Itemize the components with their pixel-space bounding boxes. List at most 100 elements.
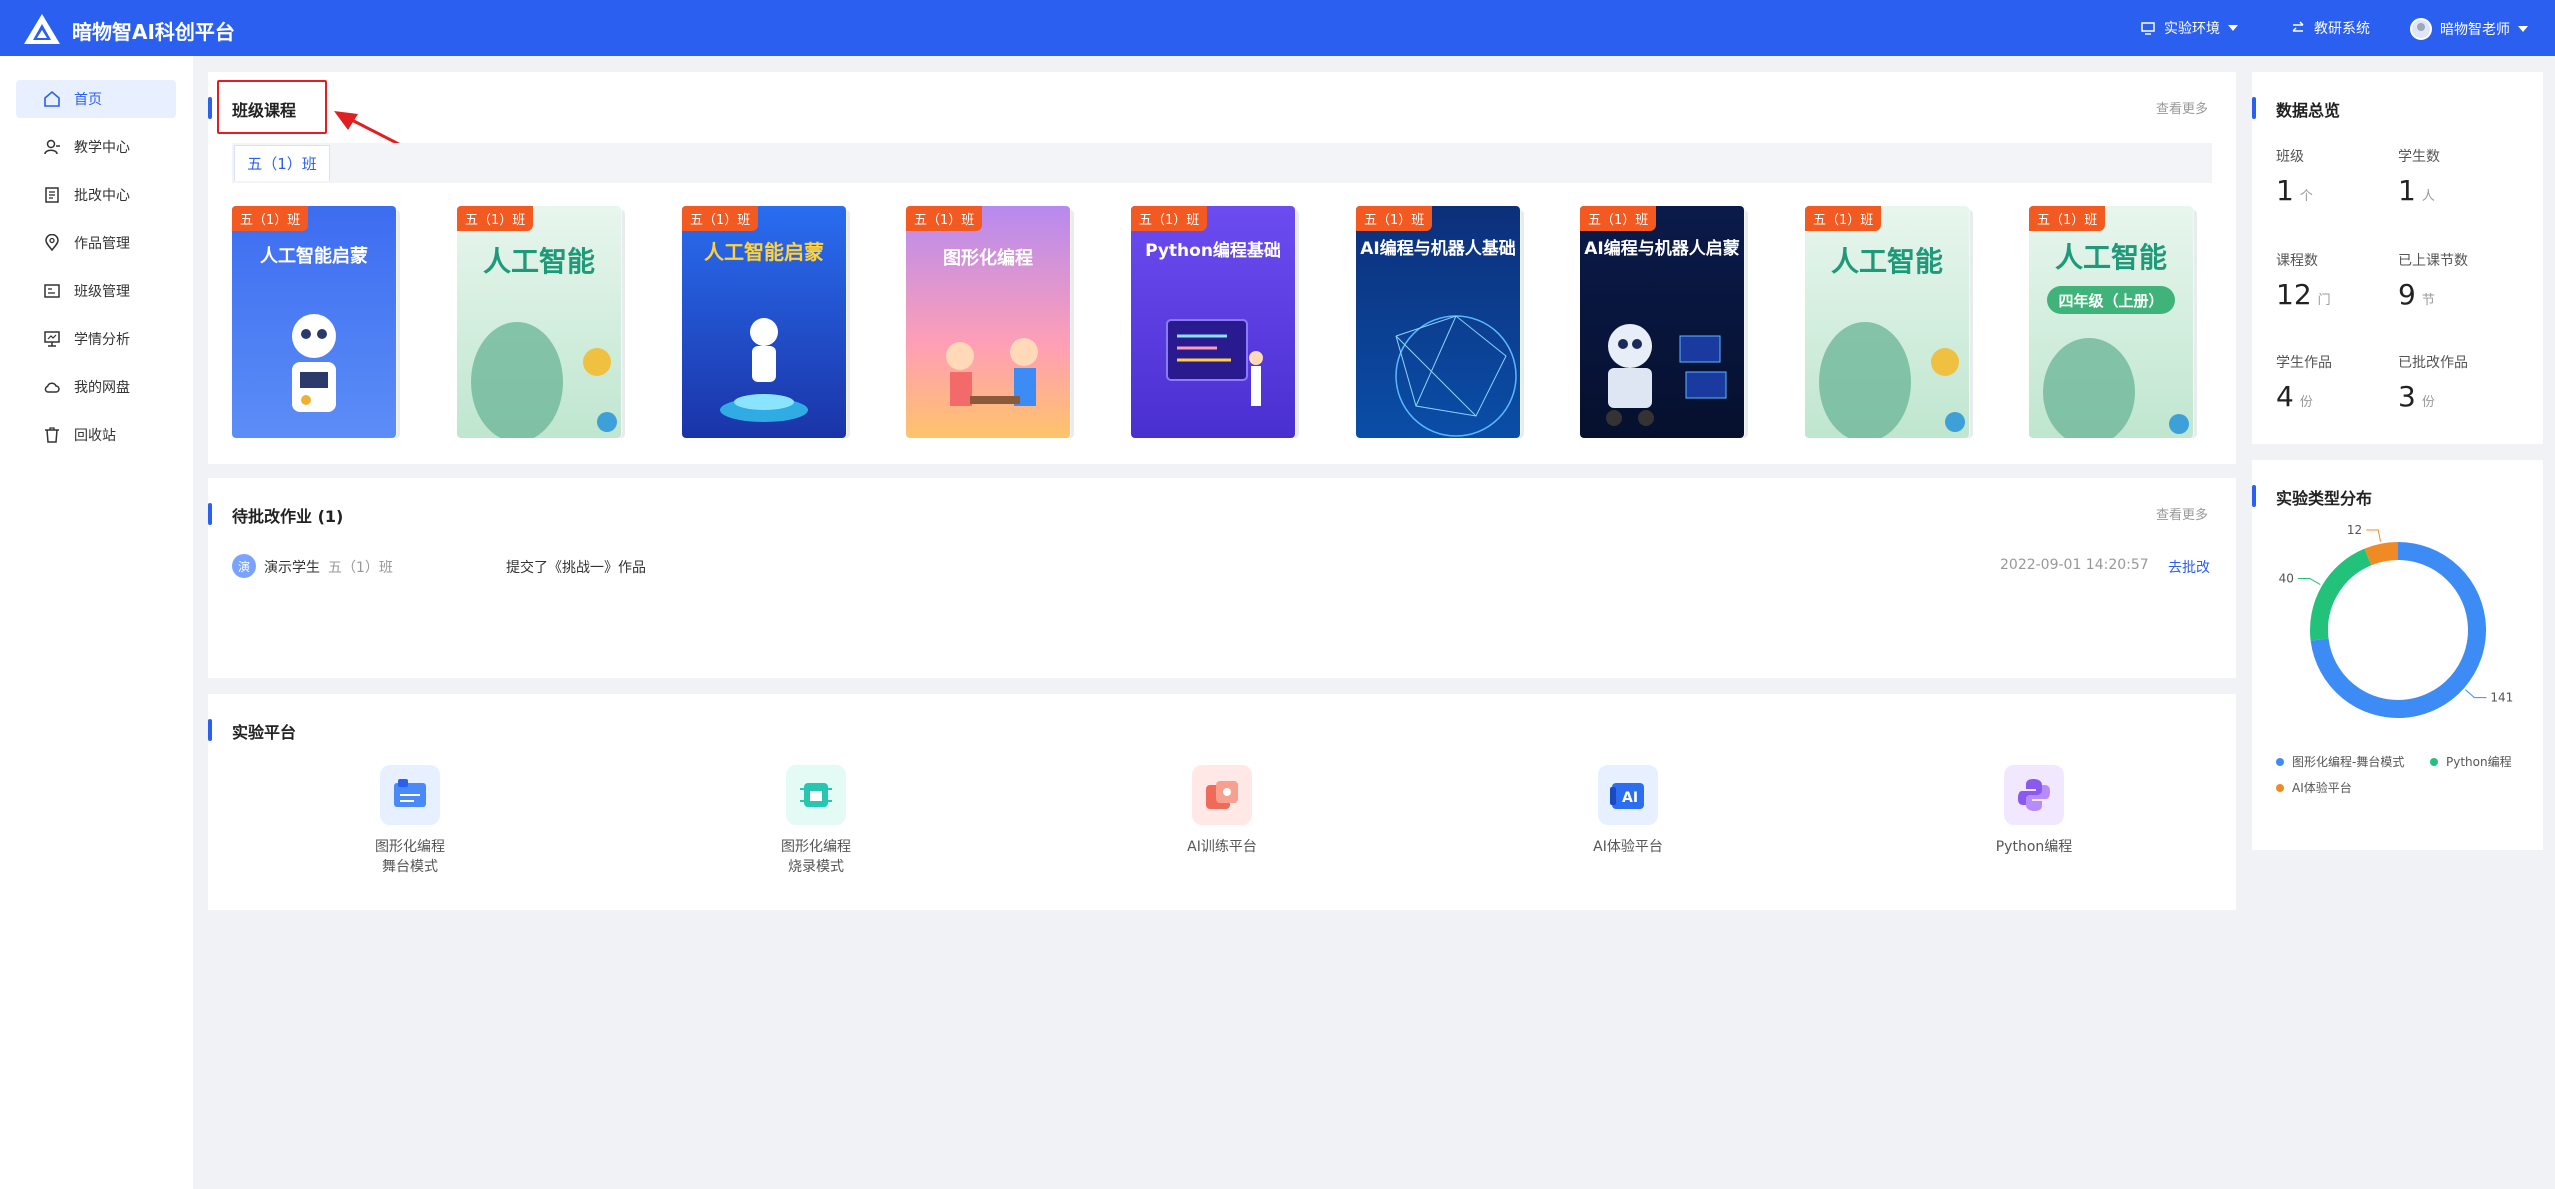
courses-more-link[interactable]: 查看更多: [2156, 98, 2208, 117]
stat-value: 1: [2276, 174, 2294, 207]
stat-unit: 份: [2421, 395, 2435, 410]
legend-dot: [2430, 757, 2438, 766]
course-cover: 人工智能: [457, 206, 621, 438]
user-menu[interactable]: 暗物智老师: [2410, 18, 2528, 40]
tab-class-5-1[interactable]: 五（1）班: [234, 145, 330, 181]
course-card[interactable]: 图形化编程 五（1）班: [906, 206, 1074, 438]
course-card[interactable]: 人工智能 四年级（上册） 五（1）班: [2029, 206, 2197, 438]
course-class-badge: 五（1）班: [1805, 206, 1882, 231]
experiment-env-menu[interactable]: 实验环境: [2140, 18, 2238, 38]
sidebar-item-recycle-bin[interactable]: 回收站: [16, 416, 176, 454]
donut-slice: [2364, 542, 2399, 566]
course-cover-title: 人工智能: [482, 245, 595, 278]
legend-label: Python编程: [2446, 755, 2512, 769]
stat-courses: 课程数 12 门: [2276, 250, 2396, 311]
sidebar-item-label: 首页: [74, 92, 102, 108]
sidebar-item-teaching-center[interactable]: 教学中心: [16, 128, 176, 166]
course-cover-title: Python编程基础: [1145, 241, 1281, 261]
platform-ai-experience[interactable]: AI AI体验平台: [1548, 765, 1708, 857]
course-card[interactable]: Python编程基础 五（1）班: [1131, 206, 1299, 438]
experiment-env-label: 实验环境: [2164, 21, 2220, 37]
sidebar-item-label: 教学中心: [74, 140, 130, 156]
stat-unit: 人: [2421, 189, 2435, 204]
cloud-icon: [42, 377, 62, 397]
course-card[interactable]: AI编程与机器人启蒙 五（1）班: [1580, 206, 1748, 438]
stat-lessons-taught: 已上课节数 9节: [2398, 250, 2518, 311]
ai-experience-icon: AI: [1598, 765, 1658, 825]
swap-icon: [2292, 21, 2304, 32]
course-card[interactable]: 人工智能 五（1）班: [457, 206, 625, 438]
network-globe-illustration-icon: [1395, 315, 1517, 437]
sidebar-item-learning-analysis[interactable]: 学情分析: [16, 320, 176, 358]
sidebar-item-cloud-drive[interactable]: 我的网盘: [16, 368, 176, 406]
sidebar: 首页 教学中心 批改中心 作品管理 班级管理 学情分析 我的网盘 回收站: [0, 56, 193, 1189]
sidebar-item-home[interactable]: 首页: [16, 80, 176, 118]
sidebar-item-class-management[interactable]: 班级管理: [16, 272, 176, 310]
burn-mode-icon: [786, 765, 846, 825]
stat-unit: 个: [2299, 189, 2313, 204]
course-cover: AI编程与机器人启蒙: [1580, 206, 1744, 438]
platform-burn-mode[interactable]: 图形化编程 烧录模式: [736, 765, 896, 877]
class-tabs-strip: [232, 143, 2212, 183]
section-accent-bar: [208, 503, 212, 525]
sidebar-item-works[interactable]: 作品管理: [16, 224, 176, 262]
course-cover-title: AI编程与机器人基础: [1360, 239, 1516, 259]
research-system-link[interactable]: 教研系统: [2290, 18, 2370, 38]
course-cover: 图形化编程: [906, 206, 1070, 438]
avatar: [2410, 18, 2432, 40]
leader-line: [2465, 689, 2487, 699]
legend-item: 图形化编程-舞台模式: [2276, 753, 2404, 770]
course-cover-title: 人工智能: [2054, 241, 2167, 274]
go-review-link[interactable]: 去批改: [2168, 557, 2210, 577]
sidebar-item-review-center[interactable]: 批改中心: [16, 176, 176, 214]
platform-label: 图形化编程: [781, 839, 851, 855]
course-card[interactable]: 人工智能 五（1）班: [1805, 206, 1973, 438]
sidebar-item-label: 批改中心: [74, 188, 130, 204]
home-icon: [42, 89, 62, 109]
course-class-badge: 五（1）班: [1356, 206, 1433, 231]
teacher-icon: [42, 137, 62, 157]
legend-label: AI体验平台: [2292, 781, 2352, 795]
class-card-icon: [42, 281, 62, 301]
leader-line: [2366, 529, 2382, 542]
student-class: 五（1）班: [328, 560, 393, 576]
platform-label: Python编程: [1995, 839, 2073, 855]
course-class-badge: 五（1）班: [906, 206, 983, 231]
stat-label: 已批改作品: [2398, 355, 2468, 371]
course-cover: 人工智能启蒙: [682, 206, 846, 438]
ai-head-illustration-icon: [471, 322, 617, 438]
course-cover: 人工智能启蒙: [232, 206, 396, 438]
legend-item: Python编程: [2430, 753, 2512, 770]
python-icon: [2004, 765, 2064, 825]
course-class-badge: 五（1）班: [2029, 206, 2106, 231]
platform-ai-training[interactable]: AI训练平台: [1142, 765, 1302, 857]
course-cover: AI编程与机器人基础: [1356, 206, 1520, 438]
course-class-badge: 五（1）班: [232, 206, 309, 231]
stat-unit: 节: [2421, 293, 2435, 308]
stat-value: 12: [2276, 278, 2312, 311]
stage-mode-icon: [380, 765, 440, 825]
course-class-badge: 五（1）班: [1580, 206, 1657, 231]
course-card[interactable]: AI编程与机器人基础 五（1）班: [1356, 206, 1524, 438]
chevron-down-icon: [2228, 25, 2238, 31]
course-card[interactable]: 人工智能启蒙 五（1）班: [232, 206, 400, 438]
experiment-platforms-title: 实验平台: [232, 723, 297, 742]
legend-dot: [2276, 757, 2284, 766]
stat-value: 3: [2398, 380, 2416, 413]
course-class-badge: 五（1）班: [682, 206, 759, 231]
stat-value: 9: [2398, 278, 2416, 311]
app-title: 暗物智AI科创平台: [72, 20, 235, 44]
course-class-badge: 五（1）班: [1131, 206, 1208, 231]
ai-training-icon: [1192, 765, 1252, 825]
pending-more-link[interactable]: 查看更多: [2156, 504, 2208, 523]
platform-python[interactable]: Python编程: [1954, 765, 2114, 857]
sidebar-item-label: 我的网盘: [74, 380, 130, 396]
course-cover: 人工智能 四年级（上册）: [2029, 206, 2193, 438]
slice-value-label: 12: [2347, 523, 2362, 537]
slice-value-label: 141: [2490, 691, 2513, 705]
astronaut-illustration-icon: [720, 318, 808, 422]
course-cover-title: AI编程与机器人启蒙: [1584, 239, 1740, 259]
course-card[interactable]: 人工智能启蒙 五（1）班: [682, 206, 850, 438]
platform-stage-mode[interactable]: 图形化编程 舞台模式: [330, 765, 490, 877]
chart-title: 实验类型分布: [2276, 489, 2373, 508]
